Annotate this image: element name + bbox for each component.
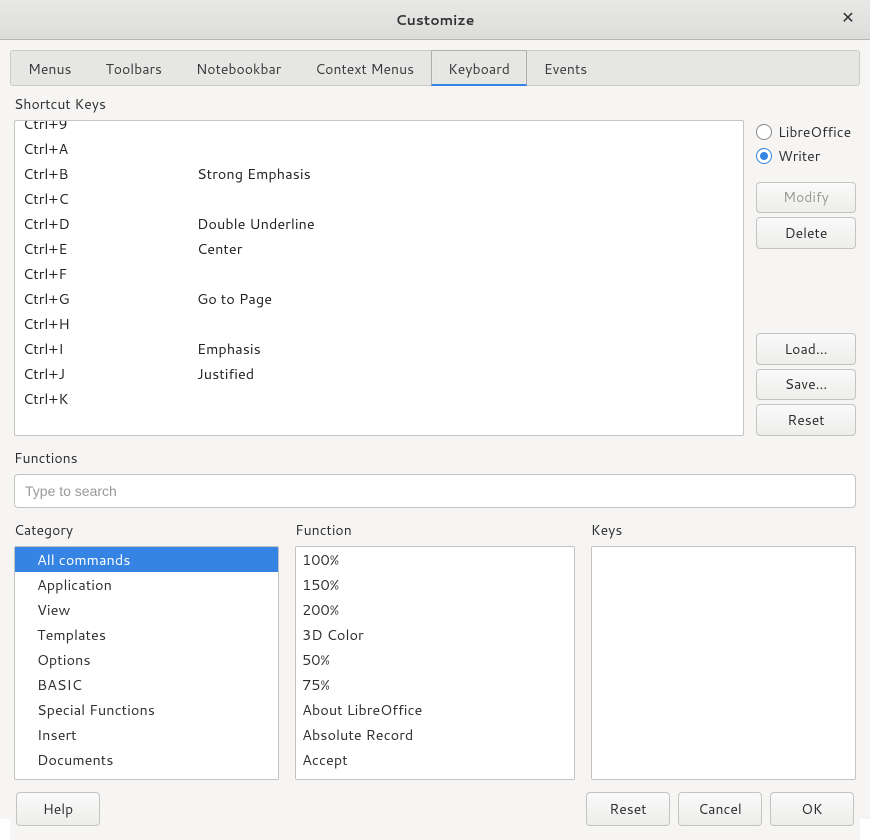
function-item[interactable]: 50%	[296, 647, 574, 672]
shortcut-action: Strong Emphasis	[197, 163, 735, 184]
function-item[interactable]: About LibreOffice	[296, 697, 574, 722]
tab-toolbars[interactable]: Toolbars	[88, 50, 179, 86]
shortcut-row[interactable]: Ctrl+H	[15, 311, 743, 336]
shortcut-keys-label: Shortcut Keys	[14, 94, 856, 114]
shortcut-row[interactable]: Ctrl+A	[15, 136, 743, 161]
shortcut-key: Ctrl+H	[23, 313, 197, 334]
reset-side-button[interactable]: Reset	[756, 404, 856, 436]
reset-button[interactable]: Reset	[586, 792, 670, 826]
close-icon[interactable]: ✕	[838, 8, 858, 28]
shortcut-action: Justified	[197, 363, 735, 384]
radio-icon	[756, 124, 772, 140]
functions-label: Functions	[14, 448, 856, 468]
window-title: Customize	[396, 10, 475, 30]
tab-context-menus[interactable]: Context Menus	[298, 50, 431, 86]
category-item[interactable]: Format	[15, 772, 278, 780]
category-item[interactable]: BASIC	[15, 672, 278, 697]
tab-notebookbar[interactable]: Notebookbar	[179, 50, 298, 86]
function-item[interactable]: Accept	[296, 747, 574, 772]
shortcut-key: Ctrl+F	[23, 263, 197, 284]
radio-label: Writer	[778, 146, 820, 166]
shortcut-row[interactable]: Ctrl+DDouble Underline	[15, 211, 743, 236]
tab-bar: MenusToolbarsNotebookbarContext MenusKey…	[10, 50, 860, 86]
shortcut-row[interactable]: Ctrl+ECenter	[15, 236, 743, 261]
shortcut-row[interactable]: Ctrl+GGo to Page	[15, 286, 743, 311]
shortcut-key: Ctrl+9	[23, 120, 197, 134]
function-item[interactable]: 150%	[296, 572, 574, 597]
function-item[interactable]: 3D Color	[296, 622, 574, 647]
category-item[interactable]: Special Functions	[15, 697, 278, 722]
shortcut-key: Ctrl+A	[23, 138, 197, 159]
shortcut-row[interactable]: Ctrl+C	[15, 186, 743, 211]
search-input[interactable]	[14, 474, 856, 508]
function-header: Function	[295, 520, 575, 540]
category-item[interactable]: Templates	[15, 622, 278, 647]
shortcut-key: Ctrl+G	[23, 288, 197, 309]
scope-radio-writer[interactable]: Writer	[756, 144, 856, 168]
tab-events[interactable]: Events	[527, 50, 604, 86]
tab-menus[interactable]: Menus	[11, 50, 88, 86]
shortcut-key: Ctrl+E	[23, 238, 197, 259]
function-item[interactable]: Accept All	[296, 772, 574, 780]
shortcut-row[interactable]: Ctrl+9	[15, 120, 743, 136]
shortcut-action: Double Underline	[197, 213, 735, 234]
ok-button[interactable]: OK	[770, 792, 854, 826]
radio-icon	[756, 148, 772, 164]
shortcut-key: Ctrl+I	[23, 338, 197, 359]
shortcut-row[interactable]: Ctrl+BStrong Emphasis	[15, 161, 743, 186]
modify-button[interactable]: Modify	[756, 182, 856, 214]
save-button[interactable]: Save...	[756, 369, 856, 401]
shortcut-row[interactable]: Ctrl+F	[15, 261, 743, 286]
shortcut-row[interactable]: Ctrl+IEmphasis	[15, 336, 743, 361]
shortcut-key: Ctrl+J	[23, 363, 197, 384]
function-list[interactable]: 100%150%200%3D Color50%75%About LibreOff…	[295, 546, 575, 780]
function-item[interactable]: 200%	[296, 597, 574, 622]
category-item[interactable]: Insert	[15, 722, 278, 747]
shortcut-keys-list[interactable]: Ctrl+9Ctrl+ACtrl+BStrong EmphasisCtrl+CC…	[14, 120, 744, 436]
shortcut-action: Center	[197, 238, 735, 259]
help-button[interactable]: Help	[16, 792, 100, 826]
category-item[interactable]: View	[15, 597, 278, 622]
category-header: Category	[14, 520, 279, 540]
scope-radio-libreoffice[interactable]: LibreOffice	[756, 120, 856, 144]
keys-header: Keys	[591, 520, 856, 540]
shortcut-action: Go to Page	[197, 288, 735, 309]
category-item[interactable]: Application	[15, 572, 278, 597]
cancel-button[interactable]: Cancel	[678, 792, 762, 826]
shortcut-action: Emphasis	[197, 338, 735, 359]
function-item[interactable]: 75%	[296, 672, 574, 697]
shortcut-key: Ctrl+D	[23, 213, 197, 234]
category-item[interactable]: All commands	[15, 547, 278, 572]
load-button[interactable]: Load...	[756, 333, 856, 365]
category-item[interactable]: Documents	[15, 747, 278, 772]
delete-button[interactable]: Delete	[756, 217, 856, 249]
shortcut-key: Ctrl+K	[23, 388, 197, 409]
function-item[interactable]: Absolute Record	[296, 722, 574, 747]
radio-label: LibreOffice	[778, 122, 851, 142]
category-list[interactable]: All commandsApplicationViewTemplatesOpti…	[14, 546, 279, 780]
shortcut-row[interactable]: Ctrl+JJustified	[15, 361, 743, 386]
tab-keyboard[interactable]: Keyboard	[431, 50, 527, 86]
category-item[interactable]: Options	[15, 647, 278, 672]
shortcut-key: Ctrl+C	[23, 188, 197, 209]
shortcut-row[interactable]: Ctrl+K	[15, 386, 743, 411]
function-item[interactable]: 100%	[296, 547, 574, 572]
shortcut-key: Ctrl+B	[23, 163, 197, 184]
titlebar: Customize ✕	[0, 0, 870, 40]
keys-list[interactable]	[591, 546, 856, 780]
